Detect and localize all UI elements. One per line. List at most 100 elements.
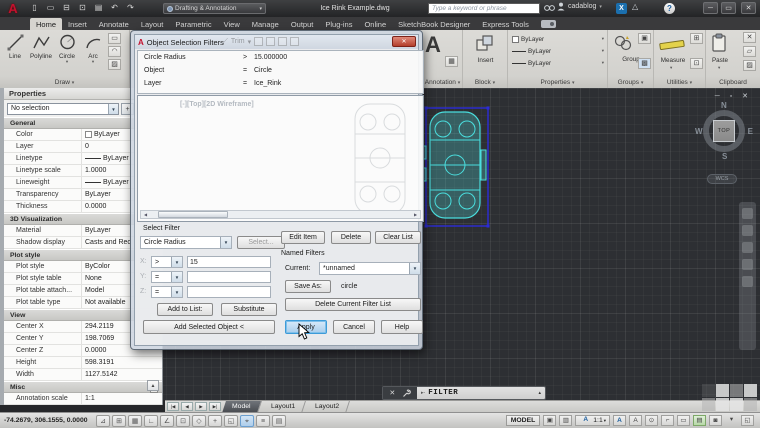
measure-icon[interactable] — [659, 38, 685, 52]
saveas-icon[interactable]: ⊡ — [76, 2, 89, 14]
plot-status-icon[interactable]: ▤ — [693, 415, 706, 426]
group-icon[interactable] — [614, 34, 632, 52]
close-button[interactable]: ✕ — [741, 2, 756, 14]
object-color-select[interactable]: ByLayer▾ — [510, 33, 606, 45]
media-icon[interactable] — [541, 20, 556, 28]
clean-screen-icon[interactable]: ◱ — [741, 415, 754, 426]
last-tab-icon[interactable]: ▶| — [209, 402, 221, 411]
filter-list-area[interactable]: [-][Top][2D Wireframe] ◀▶ — [137, 95, 424, 222]
dialog-title-bar[interactable]: A Object Selection Filters ⟋ Trim ▾ ✕ — [135, 35, 418, 49]
z-operator-dropdown[interactable]: =▼ — [151, 286, 183, 298]
panel-footer-properties[interactable]: Properties ▾ — [508, 77, 607, 88]
copy-icon[interactable]: ▱ — [743, 46, 756, 57]
clear-list-button[interactable]: Clear List — [375, 231, 421, 244]
viewcube[interactable]: N W E S TOP — [697, 104, 751, 158]
ellipse-tool-icon[interactable]: ◠ — [108, 46, 121, 57]
snap-mode-toggle[interactable]: ⊞ — [112, 415, 126, 427]
delete-current-filter-list-button[interactable]: Delete Current Filter List — [285, 298, 421, 311]
redo-icon[interactable]: ↷ — [124, 2, 137, 14]
palette-scroll-up-icon[interactable]: ▲ — [147, 380, 159, 391]
showmotion-icon[interactable] — [742, 276, 753, 287]
filter-type-dropdown[interactable]: Circle Radius▼ — [140, 236, 232, 249]
zoom-icon[interactable] — [742, 225, 753, 236]
command-close-icon[interactable]: ✕ — [389, 389, 395, 397]
save-as-value[interactable]: circle — [341, 283, 357, 290]
first-tab-icon[interactable]: |◀ — [167, 402, 179, 411]
ice-rink-selected[interactable] — [420, 100, 500, 240]
tab-layout[interactable]: Layout — [135, 18, 170, 30]
tab-output[interactable]: Output — [285, 18, 320, 30]
paste-icon[interactable] — [711, 33, 727, 53]
prop-row[interactable]: Annotation scale1:1 — [4, 393, 162, 405]
filter-row[interactable]: Layer=Ice_Rink — [138, 77, 423, 90]
circle-tool[interactable]: Circle ▾ — [54, 33, 80, 64]
restore-button[interactable]: ▭ — [721, 2, 736, 14]
rectangle-tool-icon[interactable]: ▭ — [108, 33, 121, 44]
dynamic-input-toggle[interactable]: ⌖ — [240, 415, 254, 427]
tab-model[interactable]: Model — [222, 401, 261, 413]
object-snap-tracking-toggle[interactable]: + — [208, 415, 222, 427]
tab-view[interactable]: View — [218, 18, 246, 30]
panel-footer-groups[interactable]: Groups ▾ — [608, 77, 653, 88]
new-file-icon[interactable]: ▯ — [28, 2, 41, 14]
current-filter-dropdown[interactable]: *unnamed▼ — [319, 262, 421, 275]
y-value-field[interactable] — [187, 271, 271, 283]
hatch-tool-icon[interactable]: ▨ — [108, 59, 121, 70]
exchange-apps-icon[interactable]: X — [616, 3, 627, 14]
viewcube-top-face[interactable]: TOP — [713, 120, 735, 142]
panel-footer-block[interactable]: Block ▾ — [463, 77, 507, 88]
workspace-selector[interactable]: Drafting & Annotation ▾ — [163, 3, 266, 14]
viewcube-north[interactable]: N — [721, 101, 727, 110]
viewcube-east[interactable]: E — [748, 127, 753, 136]
substitute-button[interactable]: Substitute — [221, 303, 277, 316]
viewport-window-controls[interactable]: ─ ▫ ✕ — [715, 92, 752, 100]
match-properties-icon[interactable]: ▨ — [743, 60, 756, 71]
hardware-accel-icon[interactable]: ▭ — [677, 415, 690, 426]
filter-row[interactable]: Circle Radius>15.000000 — [138, 51, 423, 64]
undo-icon[interactable]: ↶ — [108, 2, 121, 14]
navigation-bar[interactable] — [739, 202, 756, 350]
command-bar[interactable]: ✕ ▸- FILTER ▴ — [382, 386, 546, 400]
notification-icon[interactable]: △ — [632, 2, 638, 11]
tab-parametric[interactable]: Parametric — [169, 18, 217, 30]
viewports-icon[interactable]: ▥ — [559, 415, 572, 426]
search-icon[interactable] — [544, 4, 555, 12]
save-as-button[interactable]: Save As: — [285, 280, 331, 293]
selection-dropdown[interactable]: No selection▼ — [7, 103, 119, 115]
save-icon[interactable]: ⊟ — [60, 2, 73, 14]
panel-footer-utilities[interactable]: Utilities ▾ — [654, 77, 705, 88]
viewcube-west[interactable]: W — [695, 127, 703, 136]
filter-list[interactable]: Circle Radius>15.000000 Object=Circle La… — [137, 50, 424, 94]
panel-footer-annotation[interactable]: Annotation ▾ — [423, 77, 462, 88]
tab-annotate[interactable]: Annotate — [93, 18, 135, 30]
pan-icon[interactable] — [742, 208, 753, 219]
tab-manage[interactable]: Manage — [246, 18, 285, 30]
autoscale-icon[interactable]: A — [629, 415, 642, 426]
insert-block-icon[interactable] — [475, 34, 495, 54]
command-input[interactable]: ▸- FILTER ▴ — [417, 387, 545, 399]
panel-footer-clipboard[interactable]: Clipboard — [706, 77, 760, 88]
scrollbar-thumb[interactable] — [158, 211, 228, 218]
arc-tool[interactable]: Arc ▾ — [80, 33, 106, 64]
model-space-button[interactable]: MODEL — [506, 415, 541, 426]
add-selected-object-button[interactable]: Add Selected Object < — [143, 320, 275, 334]
lineweight-toggle[interactable]: ≡ — [256, 415, 270, 427]
add-to-list-button[interactable]: Add to List: — [157, 303, 213, 316]
tab-online[interactable]: Online — [358, 18, 392, 30]
filter-row[interactable]: Object=Circle — [138, 64, 423, 77]
tab-plugins[interactable]: Plug-ins — [319, 18, 358, 30]
panel-footer-draw[interactable]: Draw ▾ — [0, 77, 129, 88]
id-point-icon[interactable]: ⊡ — [690, 58, 703, 69]
annotation-visibility-icon[interactable]: A — [613, 415, 626, 426]
open-file-icon[interactable]: ▭ — [44, 2, 57, 14]
tab-layout1[interactable]: Layout1 — [261, 401, 306, 413]
orbit-icon[interactable] — [742, 242, 753, 253]
help-icon[interactable]: ? — [664, 3, 675, 14]
workspace-switch-icon[interactable]: ⊙ — [645, 415, 658, 426]
sign-in[interactable]: cadablog ▾ — [557, 2, 602, 11]
text-tool-icon[interactable]: A — [425, 32, 441, 58]
dialog-close-button[interactable]: ✕ — [392, 36, 416, 47]
cut-icon[interactable]: ✕ — [743, 32, 756, 43]
group-edit-icon[interactable]: ▩ — [638, 58, 651, 69]
ungroup-icon[interactable]: ▣ — [638, 33, 651, 44]
